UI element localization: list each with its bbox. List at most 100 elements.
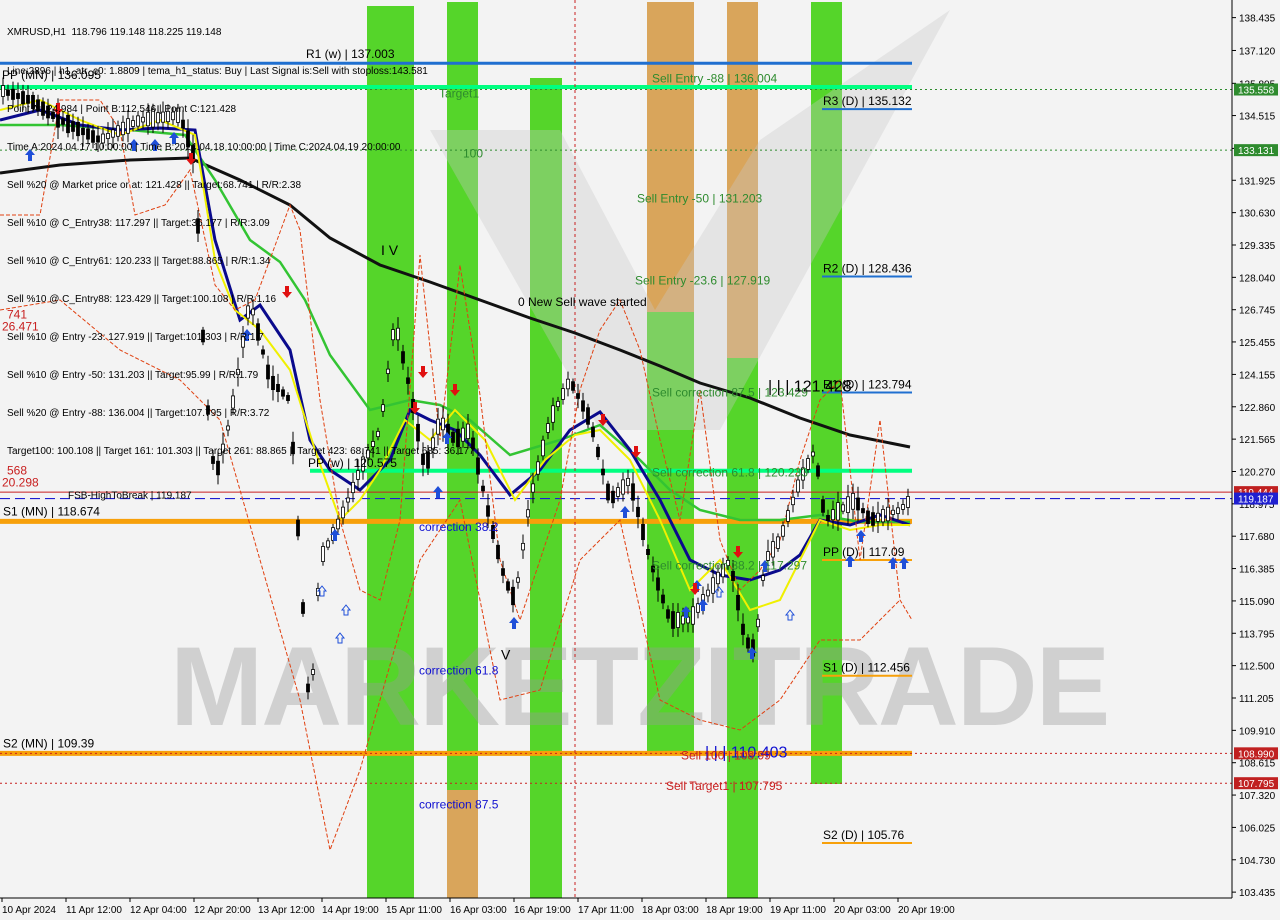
candle-body xyxy=(731,570,735,582)
candle-body xyxy=(546,423,550,433)
info-line: Sell %10 @ C_Entry38: 117.297 || Target:… xyxy=(7,217,270,229)
price-tick-label: 107.320 xyxy=(1239,791,1276,802)
price-tick-label: 130.630 xyxy=(1239,209,1276,220)
time-tick-label: 11 Apr 12:00 xyxy=(66,905,122,916)
candle-body xyxy=(811,451,815,457)
candle-body xyxy=(776,536,780,549)
candle-body xyxy=(626,477,630,487)
time-tick-label: 16 Apr 03:00 xyxy=(450,905,507,916)
price-tick-label: 125.455 xyxy=(1239,338,1276,349)
candle-body xyxy=(716,571,720,585)
candle-body xyxy=(896,507,900,514)
candle-body xyxy=(791,496,795,506)
candle-body xyxy=(796,479,800,493)
chart-annotation: 0 New Sell wave started xyxy=(518,295,647,309)
chart-annotation: Sell Entry -23.6 | 127.919 xyxy=(635,273,771,287)
candle-body xyxy=(871,512,875,526)
info-line: Sell %10 @ Entry -50: 131.203 || Target:… xyxy=(7,370,259,382)
candle-body xyxy=(746,637,750,649)
time-tick-label: 16 Apr 19:00 xyxy=(514,905,571,916)
daily-pivot-label: PP (D) | 117.09 xyxy=(823,545,905,559)
candle-body xyxy=(616,487,620,497)
candle-body xyxy=(876,512,880,522)
candle-body xyxy=(816,465,820,477)
info-line: Sell %20 @ Entry -88: 136.004 || Target:… xyxy=(7,408,270,420)
candle-body xyxy=(586,407,590,425)
price-tick-label: 126.745 xyxy=(1239,306,1276,317)
info-line: XMRUSD,H1 118.796 119.148 118.225 119.14… xyxy=(7,27,222,39)
info-line: Sell %10 @ C_Entry88: 123.429 || Target:… xyxy=(7,294,277,306)
candle-body xyxy=(761,575,765,581)
candle-body xyxy=(501,568,505,576)
price-tag-label: 107.795 xyxy=(1238,779,1275,790)
candle-body xyxy=(326,540,330,548)
candle-body xyxy=(301,602,305,614)
candle-body xyxy=(576,393,580,399)
chart-annotation: correction 87.5 xyxy=(419,798,499,812)
info-line: Line:2896 | h1_atr_c0: 1.8809 | tema_h1_… xyxy=(7,65,428,77)
price-tick-label: 106.025 xyxy=(1239,823,1276,834)
candle-body xyxy=(736,594,740,611)
price-tick-label: 124.155 xyxy=(1239,370,1276,381)
candle-body xyxy=(561,388,565,400)
candle-body xyxy=(846,496,850,513)
candle-body xyxy=(636,506,640,518)
price-tick-label: 109.910 xyxy=(1239,726,1276,737)
candle-body xyxy=(336,518,340,530)
time-tick-label: 19 Apr 11:00 xyxy=(770,905,826,916)
time-tick-label: 18 Apr 03:00 xyxy=(642,905,699,916)
candle-body xyxy=(711,577,715,594)
candle-body xyxy=(676,612,680,628)
candle-body xyxy=(536,461,540,475)
monthly-support-label: S1 (MN) | 118.674 xyxy=(3,504,100,518)
price-tick-label: 104.730 xyxy=(1239,856,1276,867)
candle-body xyxy=(831,509,835,521)
price-tick-label: 120.270 xyxy=(1239,467,1276,478)
candle-body xyxy=(526,509,530,518)
candle-body xyxy=(691,606,695,625)
candle-body xyxy=(516,577,520,583)
chart-annotation: Sell Entry -88 | 136.004 xyxy=(652,71,778,85)
candle-body xyxy=(671,611,675,629)
candle-body xyxy=(836,502,840,521)
candle-body xyxy=(476,457,480,475)
candle-body xyxy=(496,544,500,560)
candle-body xyxy=(841,504,845,512)
candle-body xyxy=(581,400,585,412)
time-tick-label: 14 Apr 19:00 xyxy=(322,905,379,916)
chart-annotation: Sell correction 38.2 | 117.297 xyxy=(652,559,807,573)
candle-body xyxy=(641,523,645,541)
time-tick-label: 15 Apr 11:00 xyxy=(386,905,442,916)
indicator-info-panel: XMRUSD,H1 118.796 119.148 118.225 119.14… xyxy=(7,2,475,485)
chart-annotation: correction 38.2 xyxy=(419,520,499,534)
candle-body xyxy=(851,492,855,510)
candle-body xyxy=(556,401,560,407)
candle-body xyxy=(656,577,660,591)
time-tick-label: 10 Apr 2024 xyxy=(2,905,56,916)
info-line: Target100: 100.108 || Target 161: 101.30… xyxy=(7,446,475,458)
chart-window: MARKETZITRADE R1 (w) | 137.003 PP (MN) | … xyxy=(0,0,1280,920)
daily-pivot-label: S1 (D) | 112.456 xyxy=(823,661,910,675)
candle-body xyxy=(661,594,665,604)
info-line: Time A:2024.04.17 10:00:00 | Time B:2024… xyxy=(7,141,401,153)
candle-body xyxy=(481,485,485,492)
candle-body xyxy=(521,542,525,551)
candle-body xyxy=(891,509,895,515)
price-tick-label: 103.435 xyxy=(1239,888,1276,899)
candle-body xyxy=(346,497,350,503)
candle-body xyxy=(906,496,910,508)
candle-body xyxy=(306,683,310,693)
price-tick-label: 131.925 xyxy=(1239,176,1276,187)
candle-body xyxy=(591,426,595,438)
candle-body xyxy=(486,505,490,517)
price-tick-label: 138.435 xyxy=(1239,14,1276,25)
candle-body xyxy=(741,623,745,635)
monthly-support-label: S2 (MN) | 109.39 xyxy=(3,736,94,750)
price-tag-label: 135.558 xyxy=(1238,86,1275,97)
price-tick-label: 115.090 xyxy=(1239,597,1275,608)
price-tick-label: 112.500 xyxy=(1239,662,1275,673)
price-tick-label: 128.040 xyxy=(1239,273,1276,284)
time-tick-label: 20 Apr 19:00 xyxy=(898,905,955,916)
price-tick-label: 111.205 xyxy=(1239,694,1274,705)
info-line: Sell %20 @ Market price or at: 121.428 |… xyxy=(7,179,302,191)
